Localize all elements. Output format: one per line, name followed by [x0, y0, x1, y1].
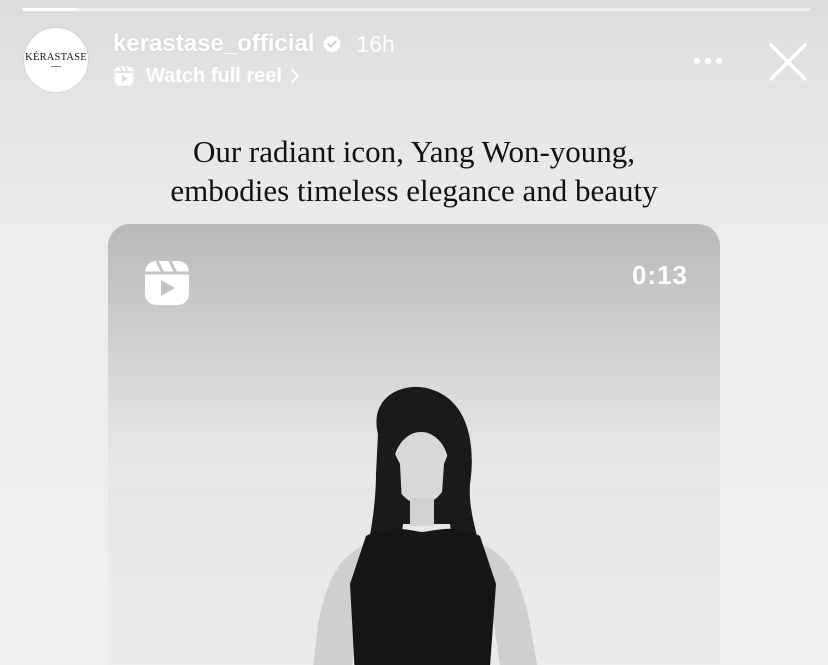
- reel-preview-card[interactable]: 0:13: [108, 224, 720, 665]
- caption-line-1: Our radiant icon, Yang Won-young,: [192, 134, 636, 169]
- story-caption: Our radiant icon, Yang Won-young, embodi…: [60, 132, 768, 210]
- close-icon: [769, 43, 807, 81]
- watch-full-reel-link[interactable]: Watch full reel: [113, 62, 300, 90]
- story-progress-bar: [22, 8, 811, 11]
- reel-video-thumbnail: [313, 386, 538, 665]
- chevron-right-icon: [290, 68, 300, 84]
- watch-full-reel-label: Watch full reel: [146, 64, 282, 87]
- story-progress-fill: [22, 8, 78, 11]
- caption-line-2: embodies timeless elegance and beauty: [170, 173, 658, 208]
- video-duration: 0:13: [631, 260, 688, 290]
- more-horizontal-icon: [693, 57, 723, 65]
- avatar[interactable]: KÉRASTASE: [24, 28, 88, 92]
- avatar-brand-logo: KÉRASTASE: [25, 52, 87, 64]
- verified-badge-icon: [322, 34, 342, 54]
- story-viewer[interactable]: KÉRASTASE kerastase_official 16h Watch f…: [0, 0, 828, 665]
- account-row: kerastase_official 16h: [113, 30, 395, 58]
- reels-icon: [145, 260, 189, 305]
- username-link[interactable]: kerastase_official: [113, 30, 314, 58]
- avatar-logo-underline: [51, 65, 61, 67]
- post-time: 16h: [356, 30, 395, 57]
- reels-icon: [113, 65, 135, 87]
- close-button[interactable]: [762, 36, 814, 88]
- more-options-button[interactable]: [688, 46, 728, 76]
